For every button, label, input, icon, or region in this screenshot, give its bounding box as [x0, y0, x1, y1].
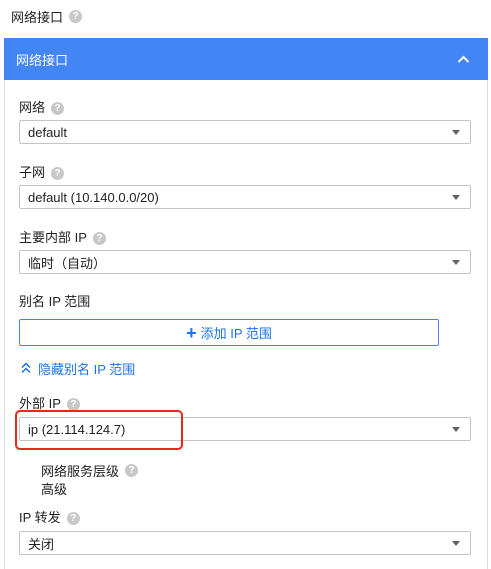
primary-ip-label: 主要内部 IP ?	[19, 229, 106, 247]
subnet-select-value: default (10.140.0.0/20)	[28, 189, 159, 205]
help-icon[interactable]: ?	[125, 463, 139, 477]
help-icon[interactable]: ?	[66, 397, 80, 411]
network-select[interactable]: default	[19, 120, 471, 144]
highlight-annotation	[15, 410, 183, 450]
network-interface-card: 网络接口 网络 ? default 子网 ? default (10.140.0…	[4, 38, 488, 569]
help-icon[interactable]: ?	[69, 9, 83, 23]
dropdown-caret-icon	[452, 260, 460, 265]
network-tier-value: 高级	[41, 481, 68, 497]
dropdown-caret-icon	[452, 427, 460, 432]
add-ip-range-button[interactable]: + 添加 IP 范围	[19, 319, 439, 346]
subnet-label: 子网 ?	[19, 164, 65, 182]
page-title: 网络接口 ?	[11, 5, 83, 27]
card-header[interactable]: 网络接口	[4, 38, 488, 80]
dropdown-caret-icon	[452, 130, 460, 135]
subnet-select[interactable]: default (10.140.0.0/20)	[19, 185, 471, 209]
dropdown-caret-icon	[452, 195, 460, 200]
add-ip-range-label: 添加 IP 范围	[200, 326, 272, 341]
help-icon[interactable]: ?	[51, 166, 65, 180]
help-icon[interactable]: ?	[66, 511, 80, 525]
network-tier-label-text: 网络服务层级	[41, 463, 120, 479]
ip-forwarding-select[interactable]: 关闭	[19, 531, 471, 555]
hide-alias-ip-link[interactable]: 隐藏别名 IP 范围	[21, 359, 135, 377]
network-select-value: default	[28, 124, 68, 140]
network-label: 网络 ?	[19, 99, 65, 117]
dropdown-caret-icon	[452, 541, 460, 546]
subnet-label-text: 子网	[19, 165, 46, 180]
primary-ip-select-value: 临时（自动）	[28, 255, 107, 271]
network-label-text: 网络	[19, 100, 46, 115]
ip-forwarding-label: IP 转发 ?	[19, 509, 80, 527]
help-icon[interactable]: ?	[51, 101, 65, 115]
chevron-up-icon[interactable]	[457, 53, 470, 66]
ip-forwarding-select-value: 关闭	[28, 536, 55, 552]
plus-icon: +	[186, 322, 197, 343]
primary-ip-label-text: 主要内部 IP	[19, 230, 87, 245]
alias-ip-label-text: 别名 IP 范围	[19, 294, 91, 309]
page-title-text: 网络接口	[11, 9, 64, 25]
double-chevron-up-icon	[21, 362, 31, 374]
network-tier-label: 网络服务层级 ?	[41, 461, 139, 479]
alias-ip-label: 别名 IP 范围	[19, 293, 90, 311]
hide-alias-ip-text: 隐藏别名 IP 范围	[38, 361, 136, 377]
help-icon[interactable]: ?	[92, 231, 106, 245]
card-header-title: 网络接口	[16, 52, 69, 68]
primary-ip-select[interactable]: 临时（自动）	[19, 250, 471, 274]
ip-forwarding-label-text: IP 转发	[19, 510, 61, 525]
